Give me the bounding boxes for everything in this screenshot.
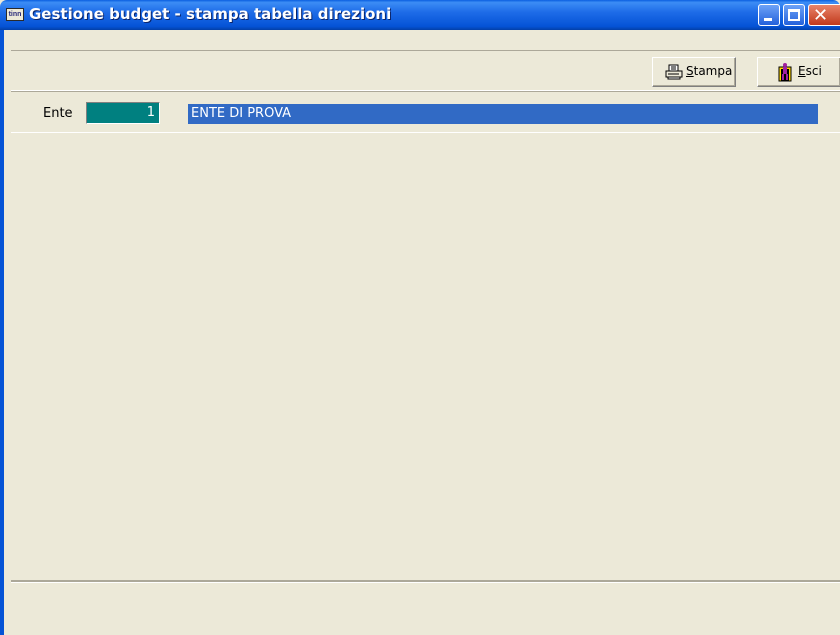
app-window: tinn Gestione budget - stampa tabella di… [0,0,840,635]
app-icon[interactable]: tinn [6,8,24,21]
stampa-label: Stampa [686,64,733,78]
title-bar[interactable]: tinn Gestione budget - stampa tabella di… [0,0,840,30]
stampa-button[interactable]: Stampa [652,57,736,87]
maximize-button[interactable] [783,4,805,26]
esci-label: Esci [798,64,822,78]
esci-button[interactable]: Esci [757,57,840,87]
maximize-icon [788,9,800,21]
close-icon: ✕ [813,5,829,26]
ente-label: Ente [43,106,73,121]
printer-icon [665,64,683,80]
main-content-area [11,133,840,580]
exit-door-icon [778,63,792,82]
ente-code-field[interactable]: 1 [86,102,160,124]
close-button[interactable]: ✕ [808,4,840,26]
window-title: Gestione budget - stampa tabella direzio… [29,5,392,23]
window-frame-left [0,30,4,635]
minimize-button[interactable] [758,4,780,26]
status-bar [11,580,840,635]
ente-row: Ente 1 ENTE DI PROVA [11,91,840,133]
ente-name-field[interactable]: ENTE DI PROVA [188,104,818,124]
toolbar: Stampa Esci [11,50,840,91]
minimize-icon [764,18,772,21]
